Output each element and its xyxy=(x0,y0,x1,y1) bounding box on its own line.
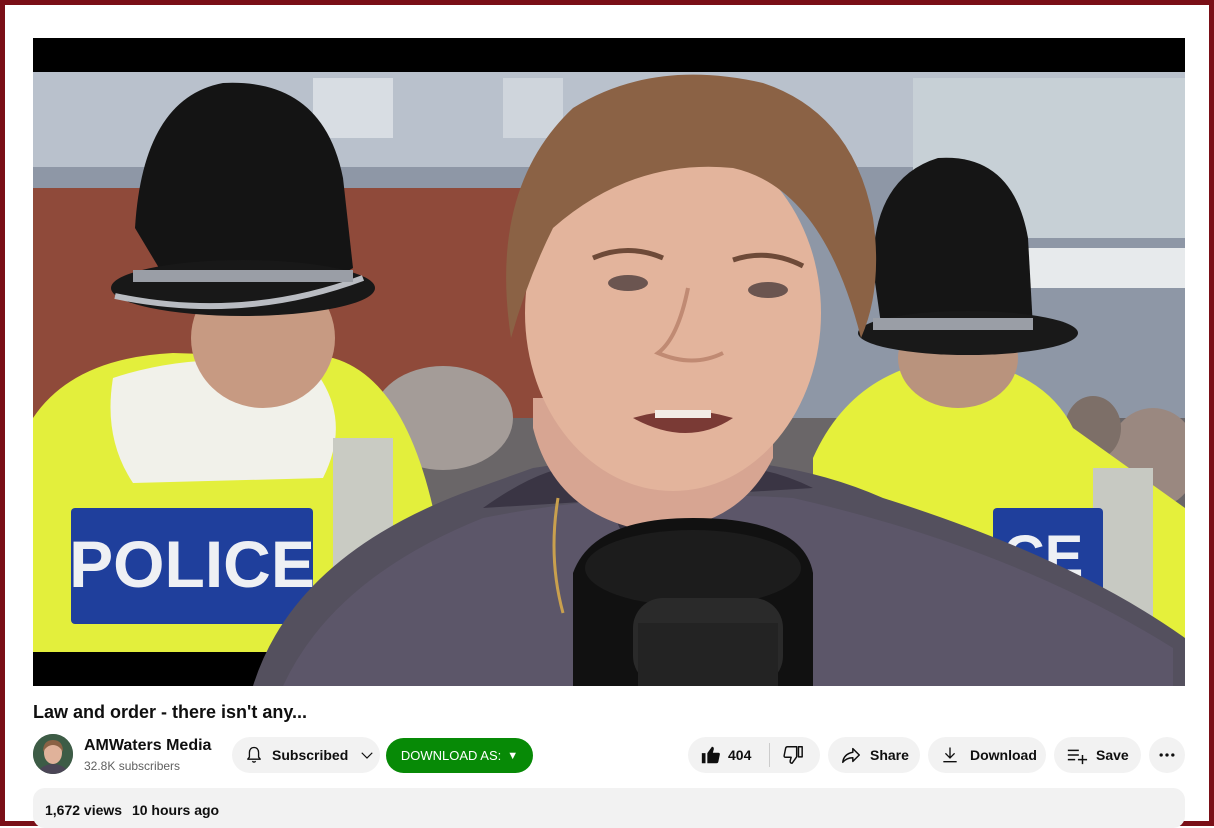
save-label: Save xyxy=(1096,747,1129,763)
download-label: Download xyxy=(970,747,1037,763)
subscribed-label: Subscribed xyxy=(272,747,349,763)
thumbs-up-icon[interactable] xyxy=(700,744,722,766)
dropdown-arrow-icon: ▼ xyxy=(507,749,519,762)
share-icon xyxy=(842,747,860,764)
share-button[interactable]: Share xyxy=(828,737,920,773)
save-button[interactable]: Save xyxy=(1054,737,1141,773)
description-box[interactable]: 1,672 views 10 hours ago xyxy=(33,788,1185,828)
channel-name[interactable]: AMWaters Media xyxy=(84,737,211,755)
share-label: Share xyxy=(870,747,909,763)
subscribed-button[interactable]: Subscribed xyxy=(232,737,380,773)
chevron-down-icon xyxy=(361,752,373,759)
video-title: Law and order - there isn't any... xyxy=(33,702,307,722)
video-frame-image: POLICE CE xyxy=(33,38,1185,686)
download-as-label: DOWNLOAD AS: xyxy=(400,748,502,763)
more-actions-button[interactable] xyxy=(1149,737,1185,773)
download-button[interactable]: Download xyxy=(928,737,1046,773)
download-as-button[interactable]: DOWNLOAD AS: ▼ xyxy=(386,738,533,773)
more-horizontal-icon xyxy=(1159,753,1175,757)
upload-time: 10 hours ago xyxy=(131,802,220,818)
video-player[interactable]: POLICE CE xyxy=(33,38,1185,686)
police-badge-text: POLICE xyxy=(69,527,315,601)
like-divider xyxy=(769,743,771,767)
person-avatar-icon xyxy=(33,734,73,774)
like-count: 404 xyxy=(728,747,752,763)
like-dislike-group: 404 xyxy=(688,737,820,773)
video-meta: 1,672 views 10 hours ago xyxy=(45,802,219,818)
view-count: 1,672 views xyxy=(45,802,123,818)
bell-icon xyxy=(247,746,261,763)
thumbs-down-icon[interactable] xyxy=(782,744,804,766)
download-icon xyxy=(943,747,957,763)
channel-avatar[interactable] xyxy=(33,734,73,774)
add-to-playlist-icon xyxy=(1067,749,1088,765)
subscriber-count: 32.8K subscribers xyxy=(84,759,181,773)
